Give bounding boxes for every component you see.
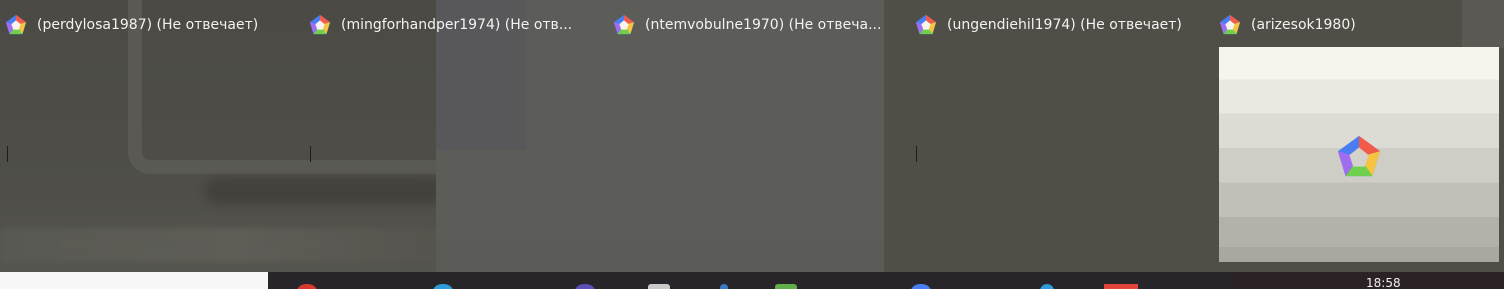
- thumbnail-title-2[interactable]: (mingforhandper1974) (Не отв...: [309, 8, 589, 42]
- thumbnail-title-label: (mingforhandper1974) (Не отв...: [341, 17, 573, 33]
- taskbar-app-icon[interactable]: [1104, 284, 1138, 289]
- thumbnail-title-label: (ungendiehil1974) (Не отвечает): [947, 17, 1182, 33]
- taskbar-app-icon[interactable]: [720, 284, 728, 289]
- thumbnail-title-label: (arizesok1980): [1251, 17, 1356, 33]
- taskbar-app-icon[interactable]: [648, 284, 670, 289]
- background-smudge: [205, 178, 445, 204]
- pentagon-app-icon: [5, 14, 27, 35]
- pentagon-app-icon: [613, 14, 635, 35]
- text-caret: [310, 146, 311, 162]
- pentagon-app-icon: [915, 14, 937, 35]
- thumbnail-title-4[interactable]: (ungendiehil1974) (Не отвечает): [915, 8, 1205, 42]
- pentagon-app-icon: [1337, 135, 1381, 177]
- text-caret: [7, 146, 8, 162]
- background-smudge: [0, 228, 470, 262]
- taskbar-clock[interactable]: 18:58: [1366, 277, 1401, 289]
- text-caret: [916, 146, 917, 162]
- background-right: [1462, 0, 1504, 48]
- thumbnail-title-label: (ntemvobulne1970) (Не отвеча...: [645, 17, 882, 33]
- thumbnail-title-5[interactable]: (arizesok1980): [1219, 8, 1459, 42]
- pentagon-app-icon: [309, 14, 331, 35]
- thumbnail-title-3[interactable]: (ntemvobulne1970) (Не отвеча...: [613, 8, 898, 42]
- window-switcher: (perdylosa1987) (Не отвечает) (mingforha…: [0, 0, 1504, 289]
- taskbar-app-icon[interactable]: [775, 284, 797, 289]
- taskbar-search-box[interactable]: [0, 272, 268, 289]
- thumbnail-title-1[interactable]: (perdylosa1987) (Не отвечает): [5, 8, 300, 42]
- pentagon-app-icon: [1219, 14, 1241, 35]
- thumbnail-title-label: (perdylosa1987) (Не отвечает): [37, 17, 259, 33]
